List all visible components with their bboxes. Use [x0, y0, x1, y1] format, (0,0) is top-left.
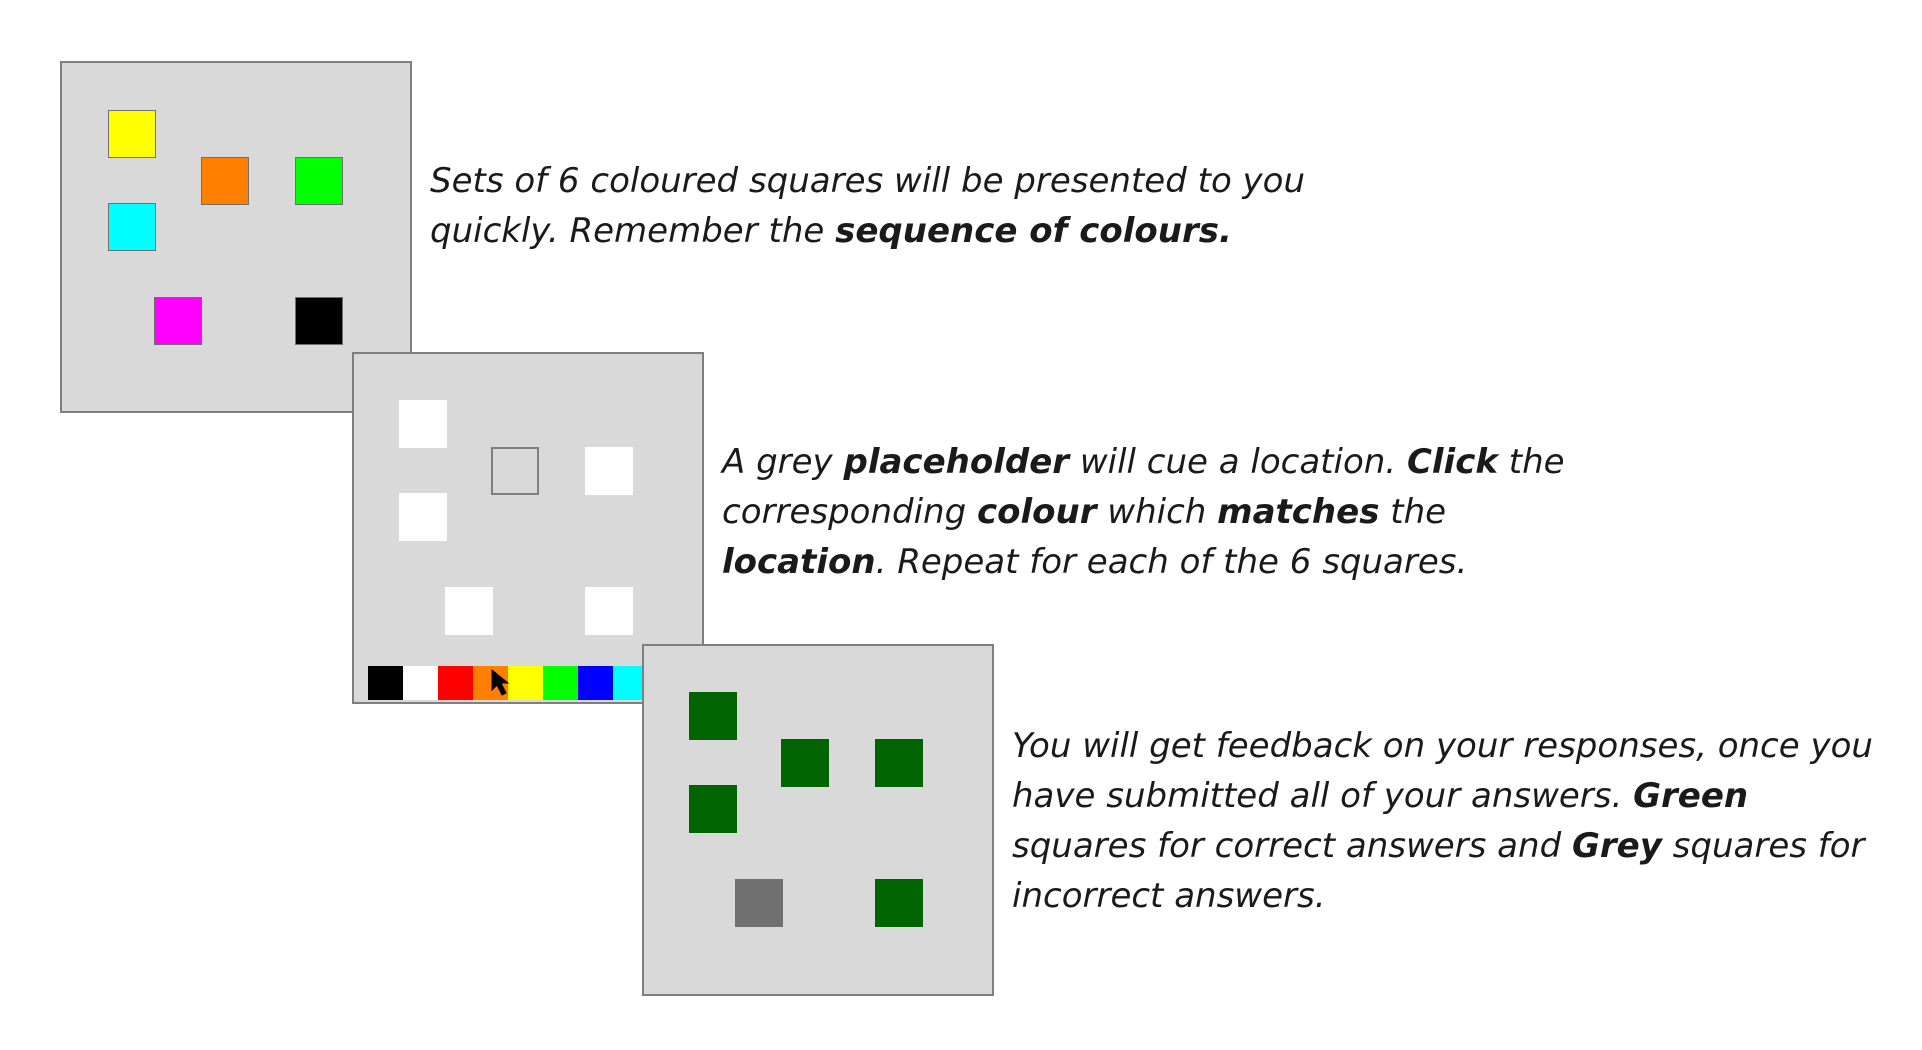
feedback-square-correct [875, 879, 923, 927]
square-white[interactable] [585, 447, 633, 495]
palette-swatch-red[interactable] [438, 666, 473, 700]
square-black [295, 297, 343, 345]
palette-swatch-white[interactable] [403, 666, 438, 700]
feedback-square-correct [689, 692, 737, 740]
square-yellow [108, 110, 156, 158]
palette-swatch-green[interactable] [543, 666, 578, 700]
square-green [295, 157, 343, 205]
caption-step-3: You will get feedback on your responses,… [1012, 726, 1873, 916]
feedback-square-correct [781, 739, 829, 787]
square-white[interactable] [445, 587, 493, 635]
feedback-square-incorrect [735, 879, 783, 927]
square-white[interactable] [399, 400, 447, 448]
square-orange [201, 157, 249, 205]
feedback-square-correct [689, 785, 737, 833]
square-white[interactable] [399, 493, 447, 541]
square-magenta [154, 297, 202, 345]
feedback-square-correct [875, 739, 923, 787]
caption-step-2: A grey placeholder will cue a location. … [722, 442, 1565, 582]
caption-step-1: Sets of 6 coloured squares will be prese… [430, 161, 1306, 251]
palette-swatch-blue[interactable] [578, 666, 613, 700]
square-white[interactable] [585, 587, 633, 635]
colour-palette [368, 666, 648, 700]
mouse-pointer-icon [491, 668, 510, 696]
square-cyan [108, 203, 156, 251]
placeholder-square [491, 447, 539, 495]
feedback-panel [642, 644, 994, 996]
palette-swatch-black[interactable] [368, 666, 403, 700]
